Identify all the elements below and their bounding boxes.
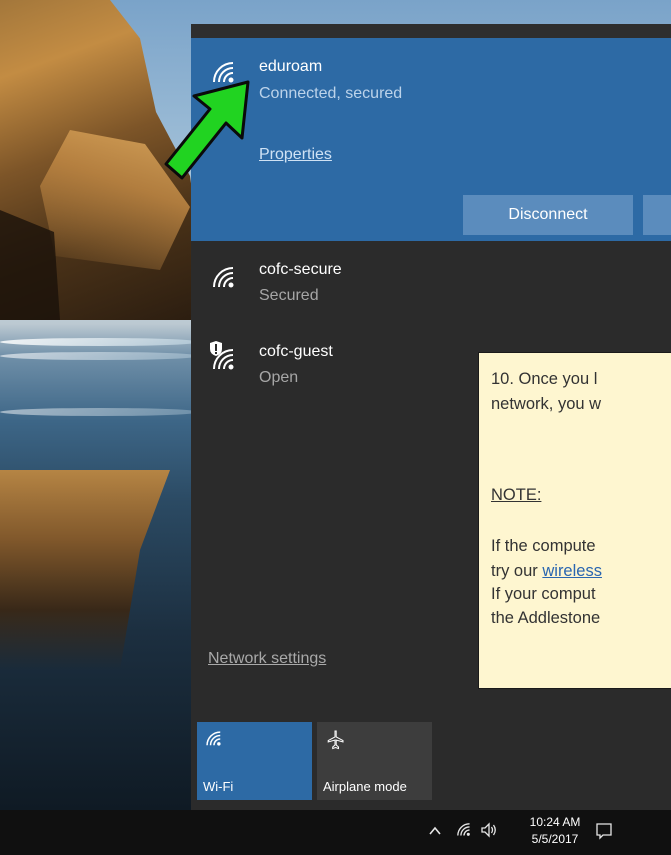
- properties-link[interactable]: Properties: [259, 146, 332, 164]
- note-heading: NOTE:: [491, 486, 542, 504]
- note-text: 10. Once you l: [491, 370, 598, 388]
- network-name: cofc-guest: [259, 343, 333, 360]
- wallpaper-wave: [0, 408, 200, 416]
- tile-label: Wi-Fi: [203, 779, 234, 794]
- instruction-note: 10. Once you l network, you w NOTE: If t…: [478, 352, 671, 689]
- airplane-icon: [325, 730, 345, 755]
- clock-time: 10:24 AM: [529, 815, 581, 829]
- network-status: Connected, secured: [259, 85, 403, 102]
- network-status: Open: [259, 369, 299, 386]
- note-text: the Addlestone: [491, 609, 601, 627]
- flyout-top-strip: [191, 24, 671, 38]
- wireless-link[interactable]: wireless: [542, 562, 602, 580]
- chevron-up-icon[interactable]: [428, 824, 442, 843]
- note-text: If the compute: [491, 537, 596, 555]
- action-center-icon[interactable]: [595, 822, 613, 845]
- note-text: try our wireless: [491, 562, 602, 581]
- network-item-cofc-secure[interactable]: cofc-secure Secured: [191, 241, 671, 321]
- note-text-prefix: try our: [491, 562, 543, 580]
- taskbar: 10:24 AM 5/5/2017: [0, 810, 671, 855]
- taskbar-clock[interactable]: 10:24 AM 5/5/2017: [525, 814, 585, 848]
- wallpaper-wave: [0, 352, 200, 360]
- clock-date: 5/5/2017: [531, 832, 579, 846]
- wifi-icon[interactable]: [456, 822, 472, 843]
- connected-network-secondary-button[interactable]: [643, 195, 671, 235]
- wifi-icon: [205, 730, 223, 753]
- network-name: cofc-secure: [259, 261, 342, 278]
- connected-network-item[interactable]: eduroam Connected, secured Properties Di…: [191, 38, 671, 241]
- volume-icon[interactable]: [480, 822, 498, 843]
- green-arrow-icon: [164, 80, 250, 180]
- wallpaper-reflection: [0, 470, 170, 670]
- tile-label: Airplane mode: [323, 779, 407, 794]
- network-name: eduroam: [259, 58, 323, 75]
- network-status: Secured: [259, 287, 319, 304]
- network-settings-link[interactable]: Network settings: [208, 650, 326, 668]
- note-text: If your comput: [491, 585, 596, 603]
- disconnect-button[interactable]: Disconnect: [463, 195, 633, 235]
- wallpaper-wave: [0, 338, 200, 346]
- wifi-shield-icon: [207, 341, 237, 376]
- wifi-toggle-tile[interactable]: Wi-Fi: [197, 722, 312, 800]
- note-text: network, you w: [491, 395, 602, 413]
- airplane-mode-tile[interactable]: Airplane mode: [317, 722, 432, 800]
- wifi-icon: [211, 265, 237, 296]
